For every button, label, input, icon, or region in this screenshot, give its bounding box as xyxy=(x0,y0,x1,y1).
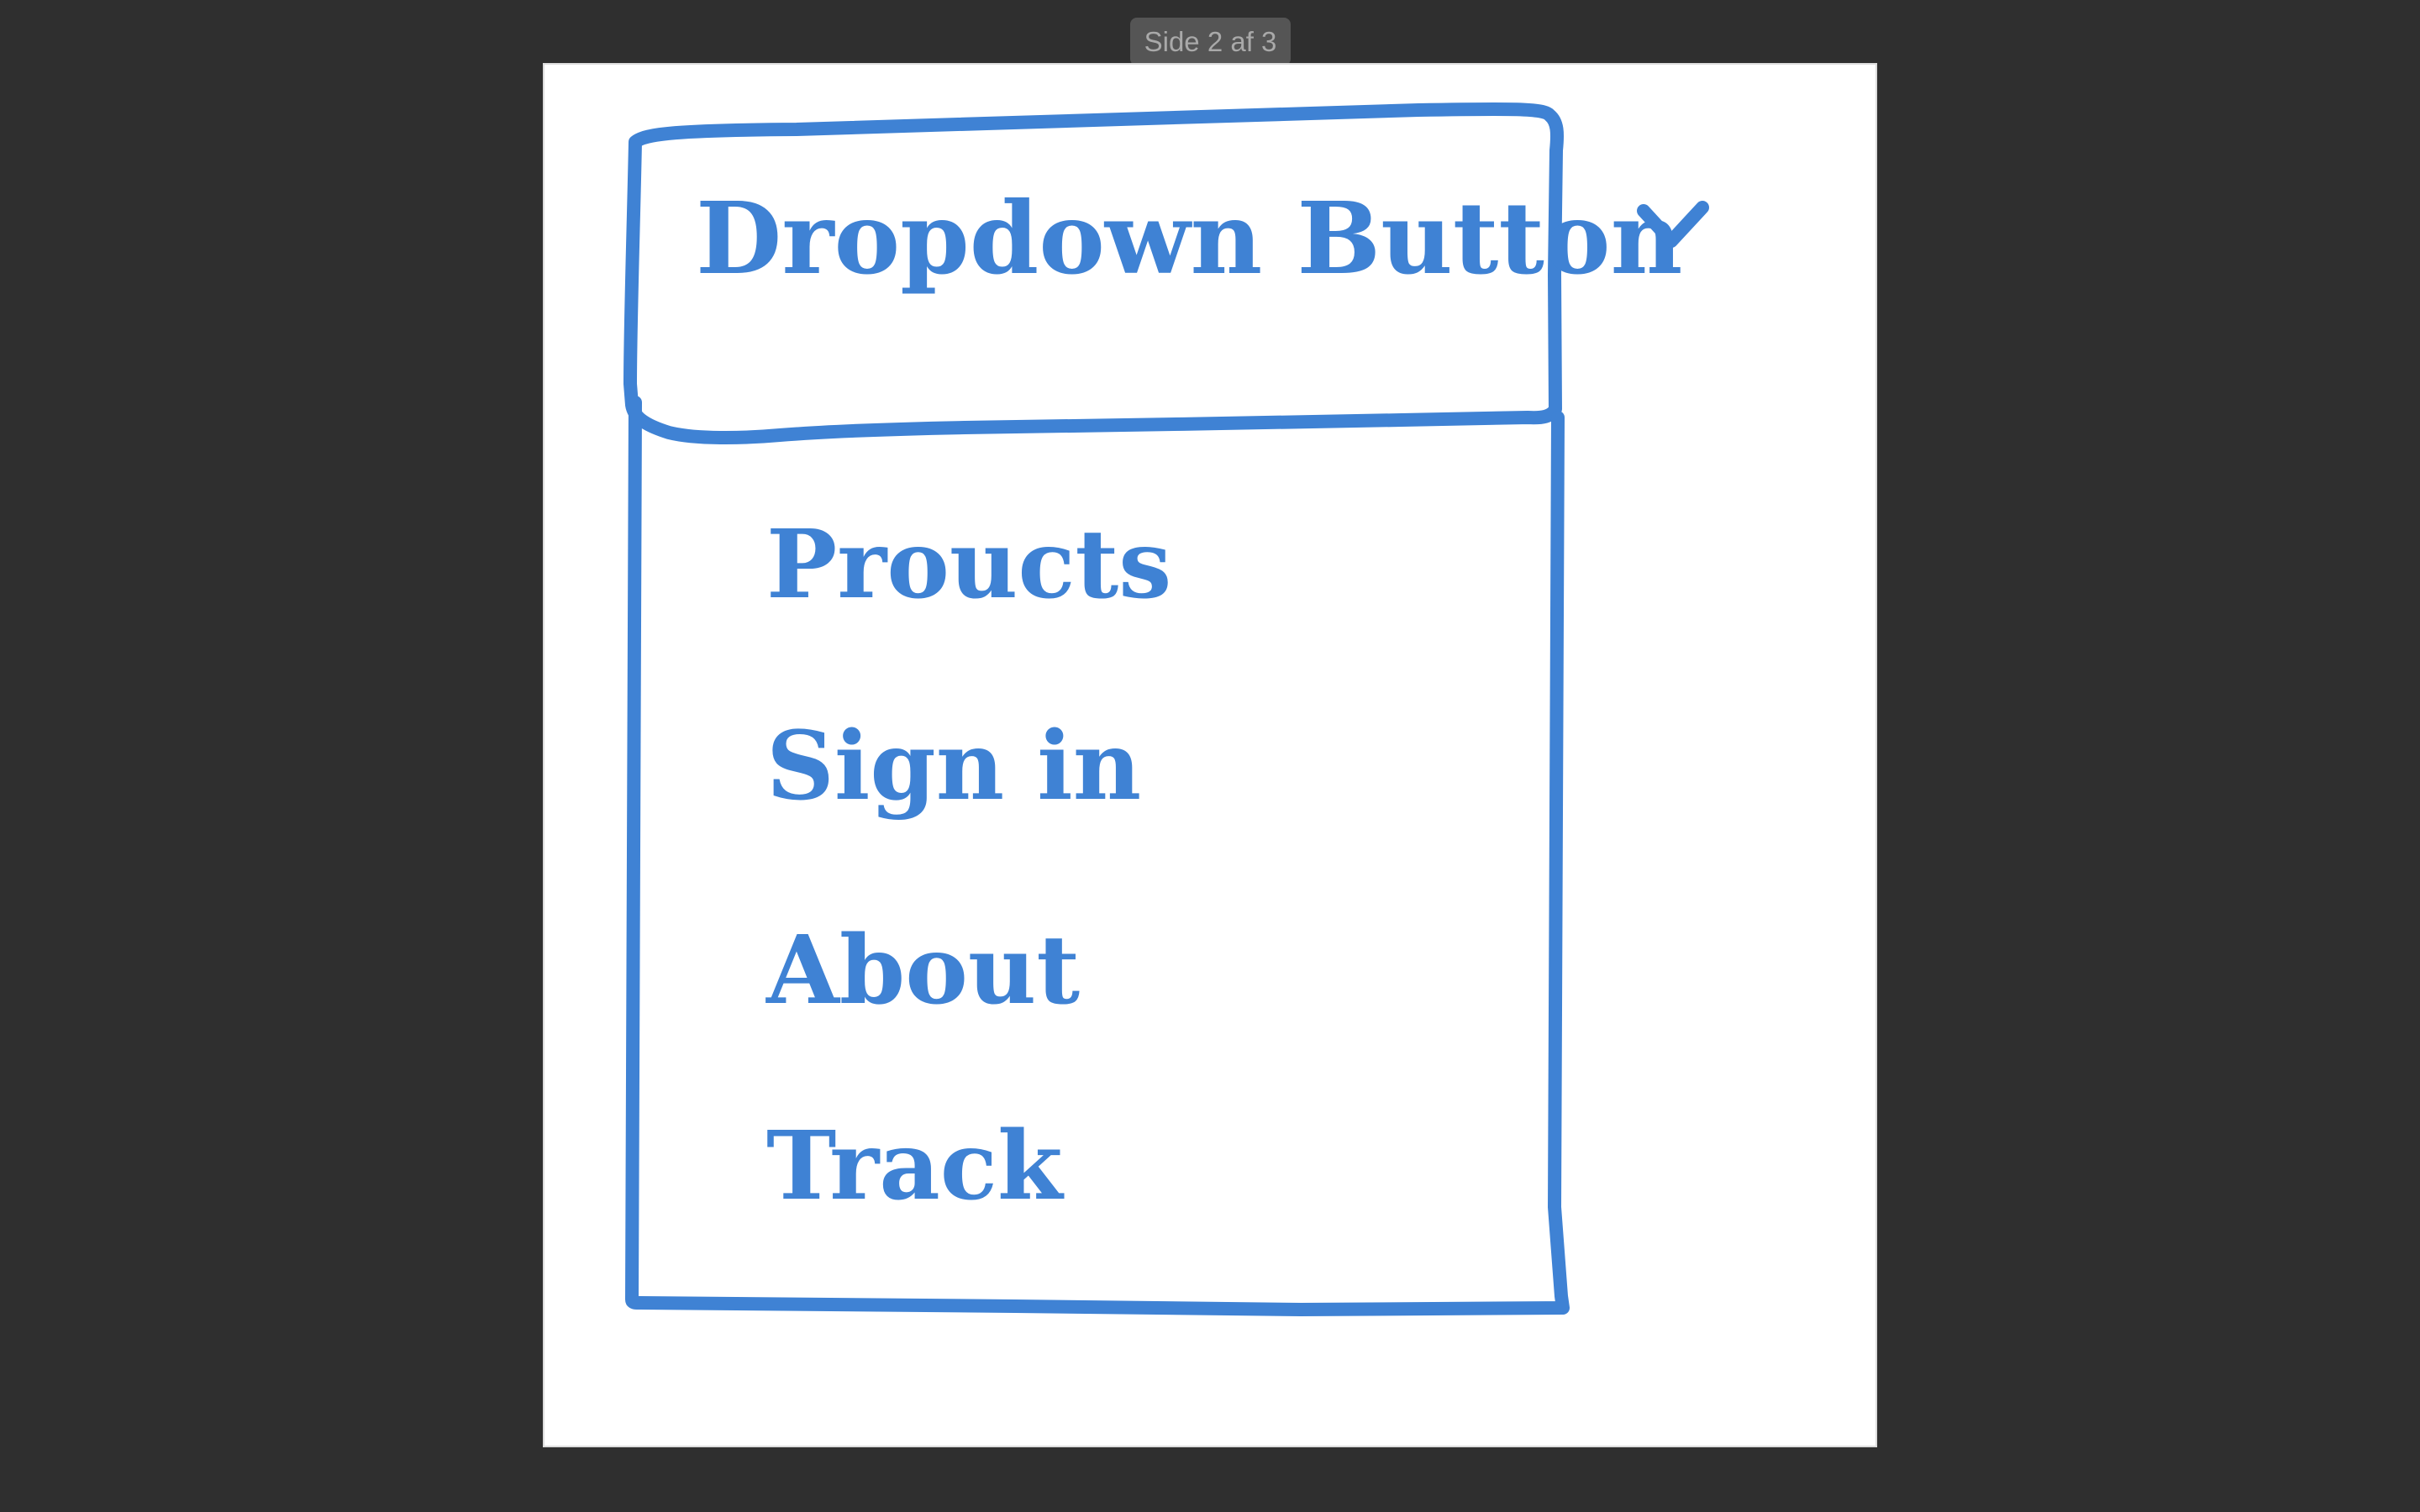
menu-item-track[interactable]: Track xyxy=(766,1120,1063,1214)
dropdown-button-label[interactable]: Dropdown Button xyxy=(696,189,1682,288)
chevron-down-icon[interactable] xyxy=(1634,196,1714,255)
menu-item-about[interactable]: About xyxy=(766,924,1080,1018)
menu-item-products[interactable]: Proucts xyxy=(766,518,1171,612)
document-page: Dropdown Button Proucts Sign in About Tr… xyxy=(544,65,1876,1446)
page-indicator: Side 2 af 3 xyxy=(1130,18,1291,66)
menu-item-sign-in[interactable]: Sign in xyxy=(766,720,1141,814)
